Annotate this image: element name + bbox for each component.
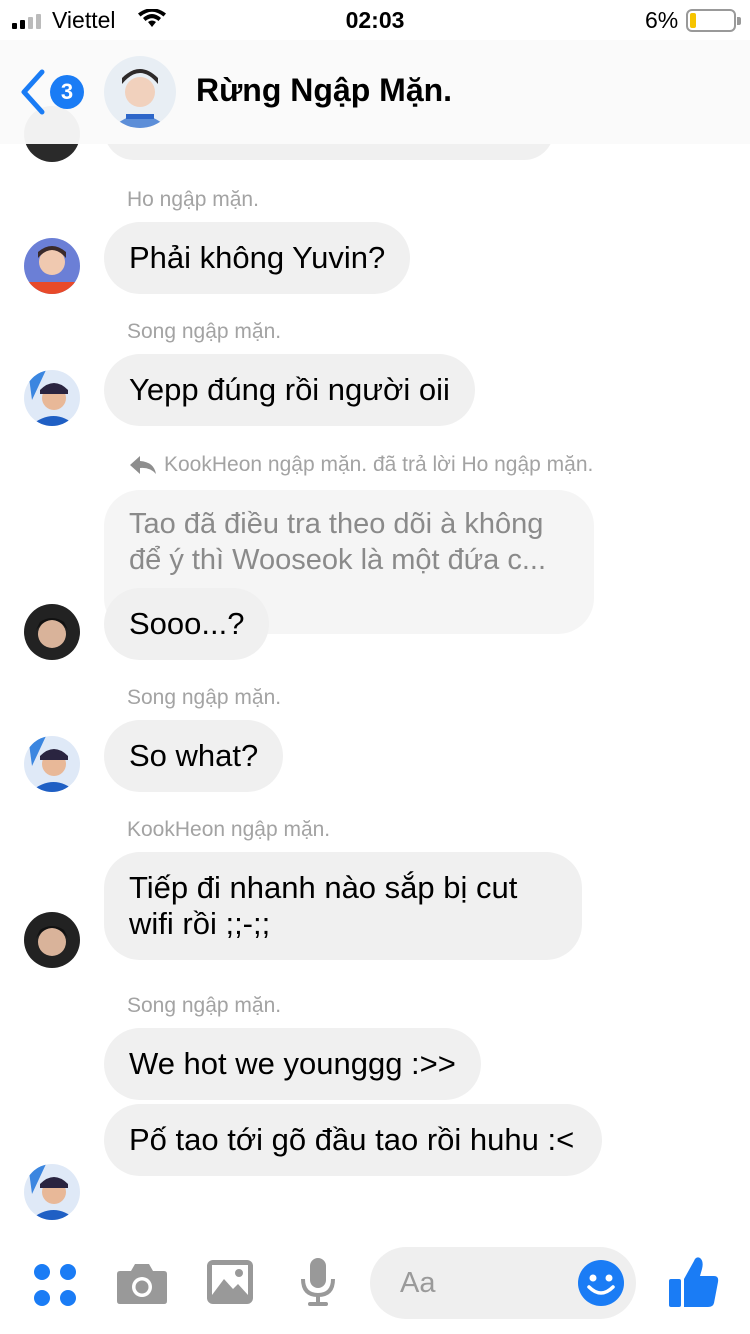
avatar[interactable] — [24, 912, 80, 968]
sender-name: Ho ngập mặn. — [127, 188, 259, 211]
sender-name: Song ngập mặn. — [127, 320, 282, 343]
battery-percent: 6% — [645, 7, 679, 33]
reply-indicator: KookHeon ngập mặn. đã trả lời Ho ngập mặ… — [128, 453, 593, 477]
sender-name: Song ngập mặn. — [127, 686, 282, 709]
camera-icon[interactable] — [116, 1261, 168, 1305]
avatar[interactable] — [24, 736, 80, 792]
avatar[interactable] — [24, 604, 80, 660]
reply-note-text: KookHeon ngập mặn. đã trả lời Ho ngập mặ… — [164, 453, 594, 476]
message-bubble[interactable]: So what? — [104, 720, 284, 792]
message-bubble[interactable]: Phải không Yuvin? — [104, 222, 411, 294]
message-bubble[interactable]: We hot we younggg :>> — [104, 1028, 481, 1100]
message-list[interactable]: Ho ngập mặn. Phải không Yuvin? Song ngập… — [0, 0, 750, 1235]
unread-badge[interactable]: 3 — [50, 75, 84, 109]
microphone-icon[interactable] — [300, 1257, 336, 1307]
status-bar: Viettel 02:03 6% — [0, 0, 750, 40]
message-bubble[interactable]: Pố tao tới gõ đầu tao rồi huhu :< — [104, 1104, 602, 1176]
back-chevron-icon[interactable] — [18, 68, 48, 116]
message-bubble[interactable]: Yepp đúng rồi người oii — [104, 354, 475, 426]
sender-name: Song ngập mặn. — [127, 994, 282, 1017]
battery-icon — [686, 9, 741, 32]
thumbs-up-icon[interactable] — [668, 1255, 720, 1309]
apps-grid-icon[interactable] — [33, 1263, 77, 1307]
avatar[interactable] — [24, 370, 80, 426]
emoji-icon[interactable] — [577, 1259, 625, 1307]
message-input[interactable]: Aa — [370, 1247, 636, 1319]
sender-name: KookHeon ngập mặn. — [127, 818, 331, 841]
message-input-placeholder: Aa — [400, 1267, 436, 1299]
image-icon[interactable] — [206, 1259, 254, 1305]
message-bubble[interactable]: Sooo...? — [104, 588, 270, 660]
avatar[interactable] — [24, 1164, 80, 1220]
composer-bar: Aa — [0, 1235, 750, 1334]
conversation-header: 3 Rừng Ngập Mặn. — [0, 40, 750, 144]
reply-arrow-icon — [130, 456, 156, 474]
conversation-title[interactable]: Rừng Ngập Mặn. — [196, 72, 452, 109]
message-bubble[interactable]: Tiếp đi nhanh nào sắp bị cut wifi rồi ;;… — [104, 852, 582, 960]
group-avatar[interactable] — [104, 56, 176, 128]
avatar[interactable] — [24, 238, 80, 294]
clock: 02:03 — [345, 7, 405, 33]
